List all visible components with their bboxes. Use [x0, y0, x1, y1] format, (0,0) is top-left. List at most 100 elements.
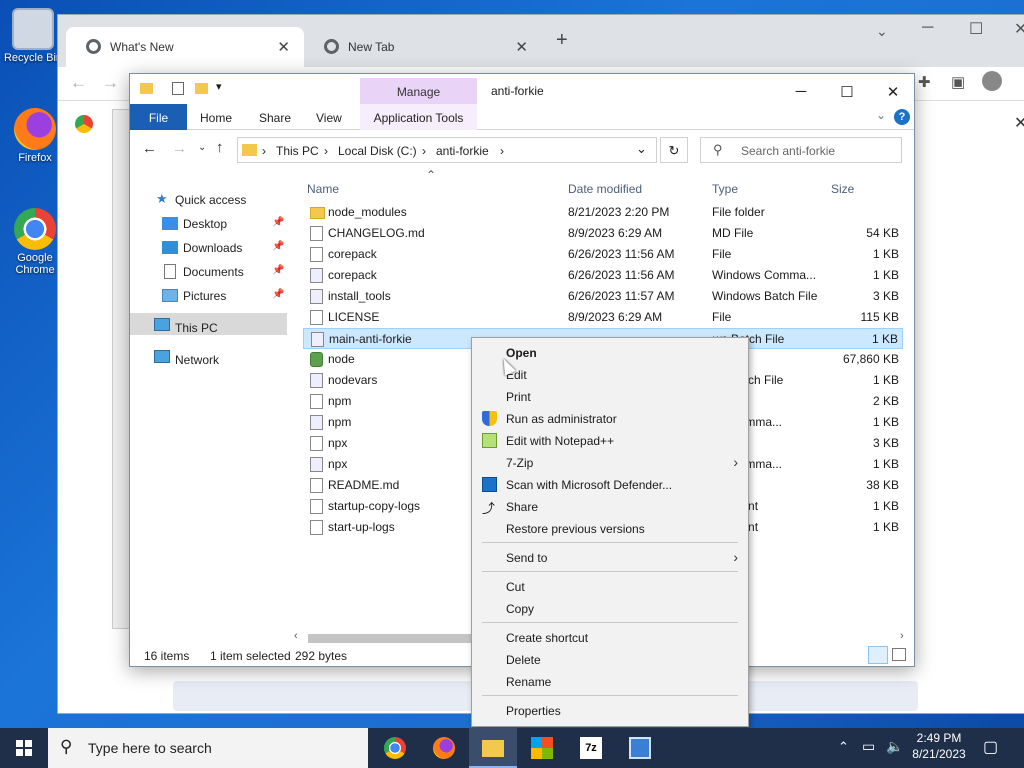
- scroll-right-icon[interactable]: ›: [900, 630, 904, 642]
- table-row[interactable]: corepack 6/26/2023 11:56 AM File 1 KB: [303, 244, 903, 265]
- breadcrumb-separator-icon[interactable]: ›: [422, 144, 426, 158]
- ribbon-expand-icon[interactable]: ⌄: [876, 108, 886, 122]
- chrome-tab-whats-new[interactable]: What's New ✕: [66, 27, 304, 67]
- column-header-size[interactable]: Size: [831, 182, 854, 196]
- quick-access-dropdown-icon[interactable]: ▾: [216, 80, 222, 93]
- minimize-button[interactable]: ─: [922, 19, 933, 37]
- file-name: corepack: [328, 268, 377, 282]
- navigation-pane: ★ Quick access Desktop 📌 Downloads 📌 Doc…: [130, 170, 290, 630]
- menu-7-zip[interactable]: 7-Zip ›: [472, 452, 748, 474]
- table-row[interactable]: corepack 6/26/2023 11:56 AM Windows Comma.…: [303, 265, 903, 286]
- back-icon[interactable]: ←: [70, 73, 87, 93]
- breadcrumb-this-pc[interactable]: This PC: [276, 144, 319, 158]
- minimize-button[interactable]: ─: [778, 78, 824, 104]
- table-row[interactable]: node_modules 8/21/2023 2:20 PM File folder: [303, 202, 903, 223]
- nav-desktop[interactable]: Desktop: [183, 217, 227, 231]
- search-input[interactable]: ⚲ Search anti-forkie: [700, 137, 902, 163]
- close-tab-icon[interactable]: ✕: [515, 38, 528, 56]
- help-icon[interactable]: ?: [894, 109, 910, 125]
- taskbar-7zip[interactable]: 7z: [567, 728, 615, 768]
- tab-view[interactable]: View: [316, 104, 342, 130]
- details-view-icon[interactable]: [868, 646, 888, 664]
- tab-share[interactable]: Share: [259, 104, 291, 130]
- menu-icon[interactable]: ⋮: [1018, 71, 1024, 91]
- network-status-icon[interactable]: ▭: [862, 738, 875, 755]
- breadcrumb-separator-icon[interactable]: ›: [324, 144, 328, 158]
- menu-edit-with-notepad[interactable]: Edit with Notepad++: [472, 430, 748, 452]
- forward-icon[interactable]: →: [102, 73, 119, 93]
- large-icons-view-icon[interactable]: [892, 648, 906, 661]
- menu-delete[interactable]: Delete: [472, 649, 748, 671]
- taskbar-firefox[interactable]: [420, 728, 468, 768]
- scroll-left-icon[interactable]: ‹: [294, 630, 298, 642]
- new-tab-button[interactable]: +: [556, 29, 568, 52]
- forward-icon[interactable]: →: [172, 140, 187, 157]
- table-row[interactable]: CHANGELOG.md 8/9/2023 6:29 AM MD File 54 KB: [303, 223, 903, 244]
- extensions-icon[interactable]: ✚: [918, 73, 931, 91]
- start-button[interactable]: [0, 728, 48, 768]
- maximize-button[interactable]: ☐: [969, 19, 983, 39]
- menu-cut[interactable]: Cut: [472, 576, 748, 598]
- new-folder-quick-icon[interactable]: [195, 83, 208, 94]
- up-icon[interactable]: ↑: [216, 139, 224, 156]
- taskbar-search-input[interactable]: ⚲ Type here to search: [48, 728, 368, 768]
- address-bar[interactable]: › This PC › Local Disk (C:) › anti-forki…: [237, 137, 657, 163]
- menu-properties[interactable]: Properties: [472, 700, 748, 722]
- close-tab-icon[interactable]: ✕: [277, 38, 290, 56]
- desktop-icon-recycle-bin[interactable]: Recycle Bin: [2, 8, 64, 64]
- menu-print[interactable]: Print: [472, 386, 748, 408]
- column-header-type[interactable]: Type: [712, 182, 738, 196]
- tab-application-tools[interactable]: Application Tools: [360, 104, 477, 130]
- back-icon[interactable]: ←: [142, 140, 157, 157]
- menu-run-as-administrator[interactable]: Run as administrator: [472, 408, 748, 430]
- tab-file[interactable]: File: [130, 104, 187, 130]
- menu-scan-defender[interactable]: Scan with Microsoft Defender...: [472, 474, 748, 496]
- menu-share[interactable]: ⤴ Share: [472, 496, 748, 518]
- nav-downloads[interactable]: Downloads: [183, 241, 242, 255]
- table-row[interactable]: install_tools 6/26/2023 11:57 AM Windows B…: [303, 286, 903, 307]
- breadcrumb-local-disk[interactable]: Local Disk (C:): [338, 144, 417, 158]
- address-dropdown-icon[interactable]: ⌄: [636, 141, 647, 157]
- properties-quick-icon[interactable]: [172, 82, 184, 95]
- menu-restore-previous-versions[interactable]: Restore previous versions: [472, 518, 748, 540]
- taskbar-chrome[interactable]: [371, 728, 419, 768]
- menu-create-shortcut[interactable]: Create shortcut: [472, 627, 748, 649]
- recent-locations-icon[interactable]: ⌄: [198, 142, 206, 153]
- file-name: node: [328, 352, 355, 366]
- nav-network[interactable]: Network: [175, 353, 219, 367]
- nav-this-pc[interactable]: This PC: [175, 321, 218, 335]
- menu-rename[interactable]: Rename: [472, 671, 748, 693]
- close-button[interactable]: ✕: [1014, 19, 1024, 39]
- side-panel-icon[interactable]: ▣: [951, 73, 965, 91]
- table-row[interactable]: LICENSE 8/9/2023 6:29 AM File 115 KB: [303, 307, 903, 328]
- taskbar-store[interactable]: [518, 728, 566, 768]
- breadcrumb-anti-forkie[interactable]: anti-forkie: [436, 144, 489, 158]
- volume-icon[interactable]: 🔈: [886, 738, 903, 755]
- refresh-icon[interactable]: ↻: [660, 137, 688, 163]
- chrome-tab-new-tab[interactable]: New Tab ✕: [304, 27, 542, 67]
- close-icon[interactable]: ✕: [1014, 113, 1024, 133]
- maximize-button[interactable]: ☐: [824, 78, 870, 104]
- menu-send-to[interactable]: Send to ›: [472, 547, 748, 569]
- nav-quick-access[interactable]: Quick access: [175, 193, 246, 207]
- show-hidden-icons-icon[interactable]: ⌃: [838, 739, 849, 755]
- menu-copy[interactable]: Copy: [472, 598, 748, 620]
- taskbar-file-explorer[interactable]: [469, 728, 517, 768]
- tab-home[interactable]: Home: [200, 104, 232, 130]
- breadcrumb-separator-icon[interactable]: ›: [500, 144, 504, 158]
- manage-contextual-tab[interactable]: Manage: [360, 78, 477, 104]
- notification-icon[interactable]: ▢: [983, 737, 998, 757]
- column-header-name[interactable]: Name: [307, 182, 339, 196]
- taskbar-remote-app[interactable]: [616, 728, 664, 768]
- folder-icon: [310, 207, 325, 219]
- menu-open[interactable]: Open: [472, 342, 748, 364]
- close-button[interactable]: ✕: [870, 78, 916, 104]
- profile-icon[interactable]: [982, 71, 1002, 91]
- column-header-date[interactable]: Date modified: [568, 182, 642, 196]
- tab-search-icon[interactable]: ⌄: [876, 23, 888, 40]
- breadcrumb-separator-icon[interactable]: ›: [262, 144, 266, 158]
- file-name: CHANGELOG.md: [328, 226, 425, 240]
- clock[interactable]: 2:49 PM 8/21/2023: [905, 731, 973, 761]
- nav-documents[interactable]: Documents: [183, 265, 244, 279]
- nav-pictures[interactable]: Pictures: [183, 289, 226, 303]
